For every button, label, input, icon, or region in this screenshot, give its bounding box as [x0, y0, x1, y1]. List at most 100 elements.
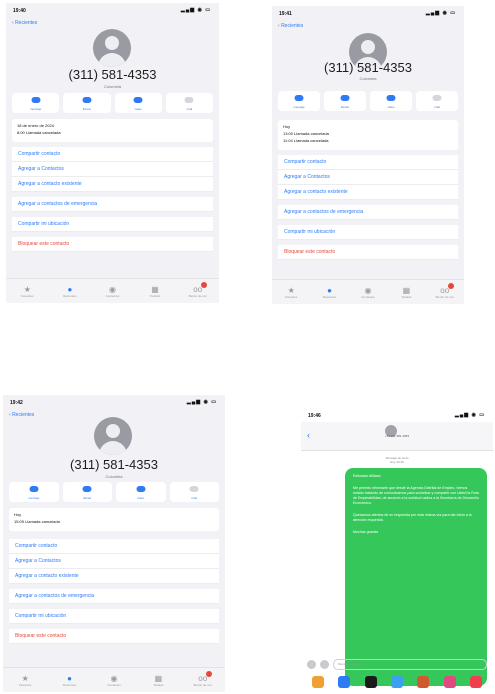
message-input[interactable]: Mensaje de texto	[333, 658, 487, 670]
tab-contacts[interactable]: ◉ Contactos	[104, 674, 124, 687]
log-entry: 8:00 Llamada cancelada	[17, 130, 61, 135]
tab-voicemail[interactable]: oo Buzón de voz	[188, 281, 208, 298]
tab-favorites[interactable]: ★ Favoritos	[281, 286, 301, 299]
clock-icon: ●	[67, 284, 73, 294]
tab-favorites[interactable]: ★ Favoritos	[15, 674, 35, 687]
conversation-header: ‹ +57 311 581 4353	[301, 422, 493, 451]
back-label: Recientes	[15, 20, 38, 26]
video-button[interactable]: video	[114, 93, 162, 113]
log-date: 18 de enero de 2024	[17, 123, 54, 128]
tab-voicemail[interactable]: oo Buzón de voz	[435, 282, 455, 299]
mail-icon	[432, 95, 442, 101]
share-location-option[interactable]: Compartir mi ubicación	[9, 609, 219, 624]
mail-button[interactable]: mail	[416, 91, 458, 111]
status-time: 19:46	[308, 413, 321, 419]
contact-phone: (311) 581-4353	[70, 457, 158, 472]
message-paragraph: Quedamos atentos de su respuesta por est…	[353, 513, 472, 522]
call-button[interactable]: llamar	[62, 482, 112, 502]
tab-keypad[interactable]: ▦ Teclado	[145, 285, 165, 298]
contact-avatar	[93, 29, 131, 67]
tab-bar: ★ Favoritos ● Recientes ◉ Contactos ▦ Teclad…	[3, 667, 225, 692]
action-row: mensaje llamar video mail	[9, 482, 219, 502]
signal-icons: ▂▄▆ ◉ ▭	[186, 399, 217, 405]
message-bubble[interactable]: Estimado Afiliado Me permito informarle …	[345, 468, 487, 686]
contact-avatar	[94, 417, 132, 455]
clock-icon: ●	[327, 285, 332, 295]
share-location-option[interactable]: Compartir mi ubicación	[12, 217, 213, 232]
action-row: mensaje llamar video mail	[278, 91, 458, 111]
video-icon	[136, 486, 146, 492]
message-paragraph: Me permito informarle que desde la Agenc…	[353, 486, 479, 505]
back-button[interactable]: ‹ Recientes	[9, 412, 34, 418]
back-button[interactable]: ‹ Recientes	[12, 20, 37, 26]
block-contact-option[interactable]: Bloquear este contacto	[9, 629, 219, 644]
tab-recents[interactable]: ● Recientes	[60, 674, 80, 687]
tab-recents[interactable]: ● Recientes	[320, 286, 340, 299]
back-button[interactable]: ‹	[307, 430, 310, 440]
mail-button[interactable]: mail	[165, 93, 213, 113]
block-contact-option[interactable]: Bloquear este contacto	[278, 245, 458, 260]
tab-keypad[interactable]: ▦ Teclado	[396, 286, 416, 299]
log-entry: 13:00 Llamada cancelada	[283, 131, 329, 136]
clock-icon: ●	[67, 673, 72, 683]
message-button[interactable]: mensaje	[12, 93, 60, 113]
share-location-option[interactable]: Compartir mi ubicación	[278, 225, 458, 240]
block-contact-option[interactable]: Bloquear este contacto	[12, 237, 213, 252]
add-existing-option[interactable]: Agregar a contacto existente	[278, 185, 458, 200]
video-icon	[386, 95, 396, 101]
back-label: Recientes	[281, 23, 304, 29]
app-icon[interactable]	[417, 676, 430, 688]
photos-app-icon[interactable]	[312, 676, 325, 688]
camera-icon[interactable]	[307, 659, 316, 669]
tab-recents[interactable]: ● Recientes	[60, 285, 80, 298]
person-icon: ◉	[110, 673, 118, 683]
contact-subtitle: Colombia	[105, 474, 123, 479]
phone-icon	[340, 95, 350, 101]
add-existing-option[interactable]: Agregar a contacto existente	[9, 569, 219, 584]
tab-voicemail[interactable]: oo Buzón de voz	[193, 670, 213, 687]
add-to-contacts-option[interactable]: Agregar a Contactos	[9, 554, 219, 569]
message-button[interactable]: mensaje	[278, 91, 320, 111]
app-icon[interactable]	[364, 676, 377, 688]
call-button[interactable]: llamar	[63, 93, 111, 113]
add-emergency-option[interactable]: Agregar a contactos de emergencia	[12, 197, 213, 212]
apps-icon[interactable]	[320, 659, 329, 669]
share-contact-option[interactable]: Compartir contacto	[278, 155, 458, 170]
music-app-icon[interactable]	[469, 676, 482, 688]
message-button[interactable]: mensaje	[9, 482, 59, 502]
appstore-app-icon[interactable]	[338, 676, 351, 688]
add-emergency-option[interactable]: Agregar a contactos de emergencia	[9, 589, 219, 604]
message-icon	[29, 486, 39, 492]
tab-keypad[interactable]: ▦ Teclado	[148, 674, 168, 687]
share-contact-option[interactable]: Compartir contacto	[12, 147, 213, 162]
tab-contacts[interactable]: ◉ Contactos	[358, 286, 378, 299]
add-to-contacts-option[interactable]: Agregar a Contactos	[12, 162, 213, 177]
signal-icons: ▂▄▆ ◉ ▭	[180, 7, 211, 13]
keypad-icon: ▦	[151, 284, 159, 294]
message-icon	[294, 95, 304, 101]
action-row: mensaje llamar video mail	[12, 93, 213, 113]
app-icon[interactable]	[443, 676, 456, 688]
share-contact-option[interactable]: Compartir contacto	[9, 539, 219, 554]
message-timestamp: Mensaje de texto Hoy 19:46	[385, 456, 409, 464]
log-date: Hoy	[14, 512, 22, 517]
add-existing-option[interactable]: Agregar a contacto existente	[12, 177, 213, 192]
voicemail-badge	[200, 281, 207, 288]
tab-contacts[interactable]: ◉ Contactos	[102, 285, 122, 298]
mail-button[interactable]: mail	[169, 482, 219, 502]
app-drawer	[301, 674, 493, 690]
call-button[interactable]: llamar	[324, 91, 366, 111]
video-button[interactable]: video	[116, 482, 166, 502]
contact-phone: (311) 581-4353	[68, 67, 157, 82]
star-icon: ★	[21, 673, 29, 683]
add-to-contacts-option[interactable]: Agregar a Contactos	[278, 170, 458, 185]
add-emergency-option[interactable]: Agregar a contactos de emergencia	[278, 205, 458, 220]
contact-screenshot-1: 19:40 ▂▄▆ ◉ ▭ ‹ Recientes (311) 581-4353…	[6, 3, 219, 303]
video-button[interactable]: video	[370, 91, 412, 111]
app-icon[interactable]	[390, 676, 403, 688]
tab-favorites[interactable]: ★ Favoritos	[17, 285, 37, 298]
star-icon: ★	[287, 285, 295, 295]
tab-bar: ★ Favoritos ● Recientes ◉ Contactos ▦ Teclad…	[272, 279, 464, 304]
back-button[interactable]: ‹ Recientes	[278, 23, 303, 29]
mail-icon	[189, 486, 199, 492]
